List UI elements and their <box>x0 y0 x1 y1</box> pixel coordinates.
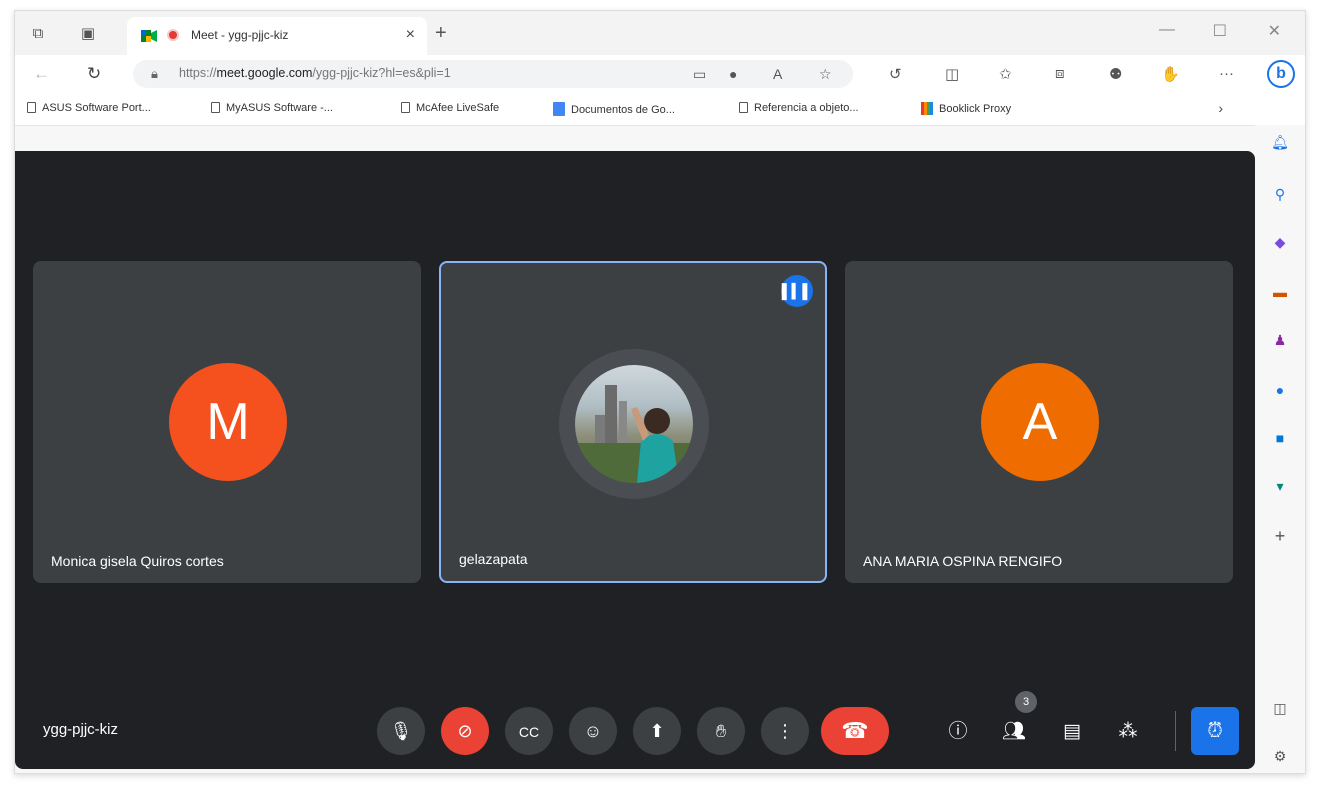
avatar: A <box>981 363 1099 481</box>
games-icon[interactable]: ♟ <box>1269 329 1291 351</box>
lock-icon[interactable]: 🔒︎ <box>151 66 158 82</box>
activities-icon: ⁂ <box>1118 721 1138 742</box>
settings-gear-icon[interactable]: ⚙︎ <box>1269 745 1291 767</box>
shopping-icon[interactable]: ▾ <box>1269 475 1291 497</box>
bookmark-item[interactable]: Documentos de Go... <box>553 102 675 116</box>
bookmarks-bar: ASUS Software Port... MyASUS Software -.… <box>15 93 1305 126</box>
camera-off-icon: ⊘ <box>457 721 473 741</box>
page-icon <box>27 102 36 113</box>
present-screen-button[interactable]: ⬆ <box>633 707 681 755</box>
meet-stage: M Monica gisela Quiros cortes ▌▍▌ gelaza… <box>15 151 1255 769</box>
browser-window: ⧉ ▣ Meet - ygg-pjjc-kiz × + — ☐ ✕ ← ↻ 🔒︎… <box>14 10 1306 774</box>
add-icon[interactable]: + <box>1269 525 1291 547</box>
profile-photo-image <box>575 385 693 483</box>
favorite-star-icon[interactable]: ☆ <box>819 66 832 83</box>
workspaces-icon[interactable]: ⧉ <box>29 25 47 43</box>
url-text: https://meet.google.com/ygg-pjjc-kiz?hl=… <box>179 66 451 80</box>
docs-icon <box>553 102 565 116</box>
maximize-button[interactable]: ☐ <box>1213 21 1227 41</box>
sidebar-toggle-icon[interactable]: ◫ <box>1269 697 1291 719</box>
tab-strip: ⧉ ▣ Meet - ygg-pjjc-kiz × + — ☐ ✕ <box>15 11 1305 55</box>
meeting-details-button[interactable]: ⓘ <box>943 717 973 747</box>
microphone-in-use-icon[interactable]: ● <box>729 66 737 82</box>
back-button[interactable]: ← <box>33 64 50 84</box>
microphone-icon: 🎙︎ <box>389 721 413 741</box>
page-icon <box>401 102 410 113</box>
page-icon <box>739 102 748 113</box>
chevron-right-icon[interactable]: › <box>1218 100 1223 116</box>
office-icon[interactable]: ● <box>1269 379 1291 401</box>
more-options-button[interactable]: ⋮ <box>761 707 809 755</box>
favorites-icon[interactable]: ✩ <box>999 65 1012 83</box>
emoji-icon: ☺ <box>583 721 603 741</box>
more-vert-icon: ⋮ <box>776 721 794 741</box>
profile-photo <box>575 365 693 483</box>
bookmark-item[interactable]: Booklick Proxy <box>921 102 1011 115</box>
minimize-button[interactable]: — <box>1159 21 1175 39</box>
participant-tile-active[interactable]: ▌▍▌ gelazapata <box>439 261 827 583</box>
collections-icon[interactable]: ⧈ <box>1055 65 1065 82</box>
people-icon: 👥︎ <box>1001 721 1027 742</box>
extension-color-icon[interactable]: ✋ <box>1161 65 1180 83</box>
raise-hand-icon: ✋︎ <box>715 721 727 741</box>
info-icon: ⓘ <box>948 721 968 742</box>
chat-icon: ▤ <box>1063 721 1081 742</box>
chat-button[interactable]: ▤ <box>1057 717 1087 747</box>
present-screen-icon: ⬆ <box>649 721 665 741</box>
microphone-button[interactable]: 🎙︎ <box>377 707 425 755</box>
tab-actions-icon[interactable]: ▣ <box>79 25 97 43</box>
refresh-extension-icon[interactable]: ↺ <box>889 65 902 83</box>
outlook-icon[interactable]: ■ <box>1269 427 1291 449</box>
timer-extension-button[interactable]: ⏰︎ <box>1191 707 1239 755</box>
alarm-clock-icon: ⏰︎ <box>1207 720 1223 742</box>
participant-tile[interactable]: M Monica gisela Quiros cortes <box>33 261 421 583</box>
more-options-icon[interactable]: ··· <box>1219 65 1234 82</box>
tab-title: Meet - ygg-pjjc-kiz <box>191 28 289 42</box>
hang-up-icon: ☎︎ <box>841 718 869 743</box>
close-tab-icon[interactable]: × <box>406 26 415 44</box>
participant-name: gelazapata <box>459 551 528 567</box>
bookmark-item[interactable]: MyASUS Software -... <box>211 102 333 114</box>
google-meet-icon <box>141 30 157 42</box>
avatar-ring <box>559 349 709 499</box>
booklick-icon <box>921 102 933 115</box>
participant-tile[interactable]: A ANA MARIA OSPINA RENGIFO <box>845 261 1233 583</box>
camera-in-use-icon[interactable]: ▭ <box>693 66 706 83</box>
tag-icon[interactable]: ◆ <box>1269 231 1291 253</box>
tools-icon[interactable]: ▬ <box>1269 281 1291 303</box>
search-icon[interactable]: ⚲ <box>1269 183 1291 205</box>
raise-hand-button[interactable]: ✋︎ <box>697 707 745 755</box>
leave-call-button[interactable]: ☎︎ <box>821 707 889 755</box>
address-bar[interactable]: 🔒︎ https://meet.google.com/ygg-pjjc-kiz?… <box>133 60 853 88</box>
captions-icon: CC <box>518 724 540 740</box>
notifications-icon[interactable]: 🔔︎ <box>1269 131 1291 153</box>
edge-sidebar: 🔔︎ ⚲ ◆ ▬ ♟ ● ■ ▾ + ◫ ⚙︎ <box>1255 125 1305 773</box>
close-window-button[interactable]: ✕ <box>1268 21 1281 41</box>
meeting-code: ygg-pjjc-kiz <box>43 721 119 738</box>
participant-name: ANA MARIA OSPINA RENGIFO <box>863 553 1063 569</box>
bookmark-item[interactable]: Referencia a objeto... <box>739 102 859 114</box>
tab-meet[interactable]: Meet - ygg-pjjc-kiz × <box>127 17 427 55</box>
extension-icon[interactable]: ⚉ <box>1109 65 1122 83</box>
people-button[interactable]: 👥︎ <box>999 717 1029 747</box>
captions-button[interactable]: CC <box>505 707 553 755</box>
bookmark-item[interactable]: ASUS Software Port... <box>27 102 151 114</box>
read-aloud-icon[interactable]: A <box>773 66 782 82</box>
split-screen-icon[interactable]: ◫ <box>945 65 959 83</box>
participant-count-badge: 3 <box>1015 691 1037 713</box>
page-icon <box>211 102 220 113</box>
bing-copilot-icon[interactable]: b <box>1267 60 1295 88</box>
refresh-button[interactable]: ↻ <box>87 64 101 84</box>
bookmark-item[interactable]: McAfee LiveSafe <box>401 102 499 114</box>
browser-toolbar: ← ↻ 🔒︎ https://meet.google.com/ygg-pjjc-… <box>15 55 1305 93</box>
new-tab-button[interactable]: + <box>435 22 447 45</box>
camera-off-button[interactable]: ⊘ <box>441 707 489 755</box>
avatar: M <box>169 363 287 481</box>
divider <box>1175 711 1176 751</box>
speaking-indicator-icon: ▌▍▌ <box>781 275 813 307</box>
participant-name: Monica gisela Quiros cortes <box>51 553 224 569</box>
reactions-button[interactable]: ☺ <box>569 707 617 755</box>
recording-dot-icon <box>167 29 179 41</box>
activities-button[interactable]: ⁂ <box>1113 717 1143 747</box>
